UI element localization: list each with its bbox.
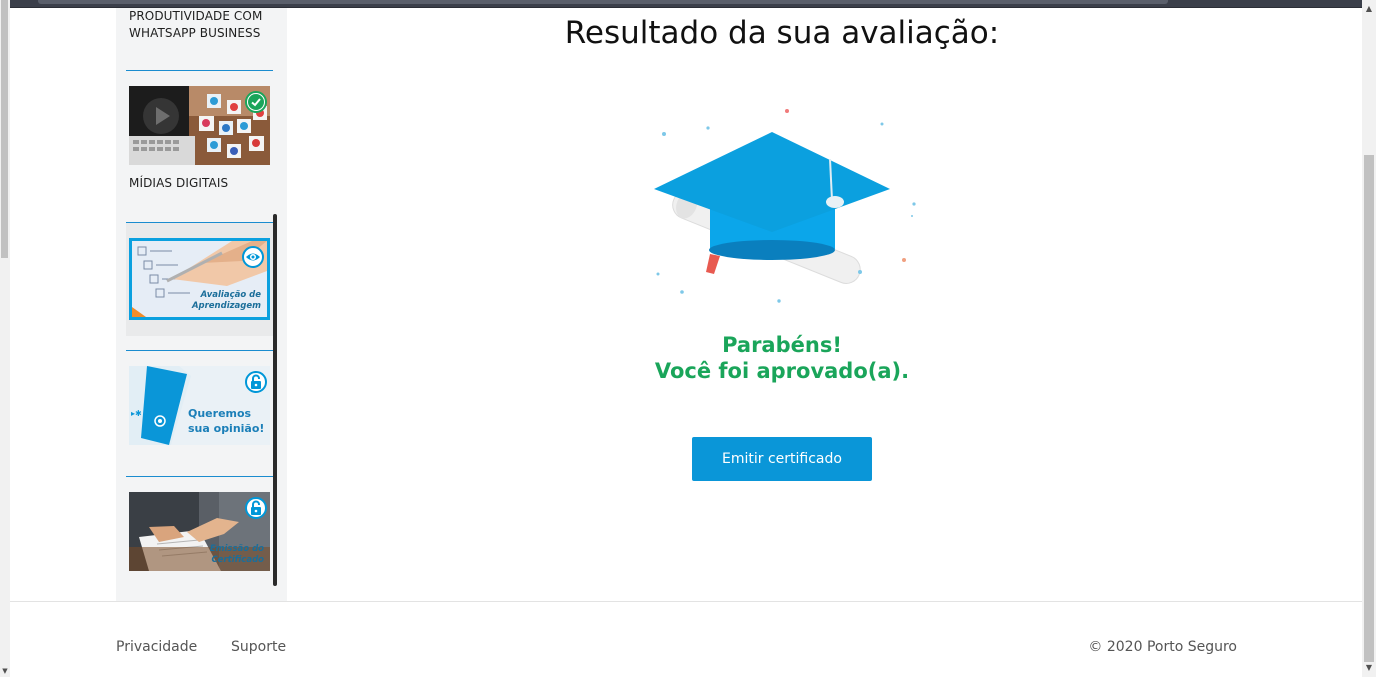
module-thumb-caption: Emissão do Certificado [210,544,264,566]
page-footer: Privacidade Suporte © 2020 Porto Seguro [10,601,1362,677]
module-title-line: PRODUTIVIDADE COM [129,9,263,23]
svg-text:▸✱: ▸✱ [131,409,142,418]
module-status-badge [242,246,264,268]
top-bar-highlight [38,0,1168,4]
course-sidebar: PRODUTIVIDADE COM WHATSAPP BUSINESS MÍDI… [116,8,287,601]
page-title: Resultado da sua avaliação: [564,15,1000,51]
module-status-badge [245,497,267,519]
module-thumb-midias-digitais[interactable] [129,86,270,165]
check-circle-icon [248,94,264,110]
lock-icon [251,500,261,515]
congrats-line: Parabéns! [722,333,842,357]
issue-certificate-button[interactable]: Emitir certificado [692,437,872,481]
module-thumb-certificado[interactable]: Emissão do Certificado [129,492,270,571]
left-scrollbar-thumb[interactable] [1,0,8,258]
approval-message: Parabéns! Você foi aprovado(a). [287,332,1277,384]
module-title-line: WHATSAPP BUSINESS [129,26,261,40]
left-scroll-down-arrow-icon[interactable]: ▼ [0,665,10,677]
eye-icon [246,253,260,261]
approved-line: Você foi aprovado(a). [654,359,910,383]
module-separator [126,70,273,71]
privacy-link[interactable]: Privacidade [116,639,197,655]
module-title-midias-digitais[interactable]: MÍDIAS DIGITAIS [129,175,228,192]
scroll-down-arrow-icon[interactable]: ▼ [1362,661,1376,675]
outer-left-scrollbar[interactable]: ▼ [0,0,10,677]
module-thumb-caption: Queremos sua opinião! [188,406,264,436]
caption-line: Certificado [211,555,264,565]
sidebar-scrollbar-thumb[interactable] [273,214,277,586]
module-status-badge [245,371,267,393]
support-link[interactable]: Suporte [231,639,286,655]
module-separator [126,350,273,351]
caption-line: Aprendizagem [191,301,261,311]
result-panel: Resultado da sua avaliação: Parabéns! Vo… [287,8,1276,601]
lock-icon [251,374,261,389]
graduation-cap-icon [654,109,916,303]
caption-line: Queremos [188,407,252,420]
module-thumb-caption: Avaliação de Aprendizagem [192,290,261,312]
module-separator [126,476,273,477]
page-scrollbar-thumb[interactable] [1364,155,1374,662]
module-thumb-opiniao[interactable]: ▸✱ Queremos sua opinião! [129,366,270,445]
module-thumb-avaliacao[interactable]: Avaliação de Aprendizagem [129,238,270,320]
copyright-text: © 2020 Porto Seguro [1088,639,1237,655]
scroll-up-arrow-icon[interactable]: ▲ [1362,2,1376,16]
browser-top-bar [10,0,1362,8]
module-title-whatsapp[interactable]: PRODUTIVIDADE COM WHATSAPP BUSINESS [129,8,262,42]
page-scrollbar[interactable]: ▲ ▼ [1362,0,1376,677]
caption-line: Emissão do [209,544,264,554]
caption-line: Avaliação de [200,290,261,300]
module-status-badge [245,91,267,113]
caption-line: sua opinião! [188,422,265,435]
